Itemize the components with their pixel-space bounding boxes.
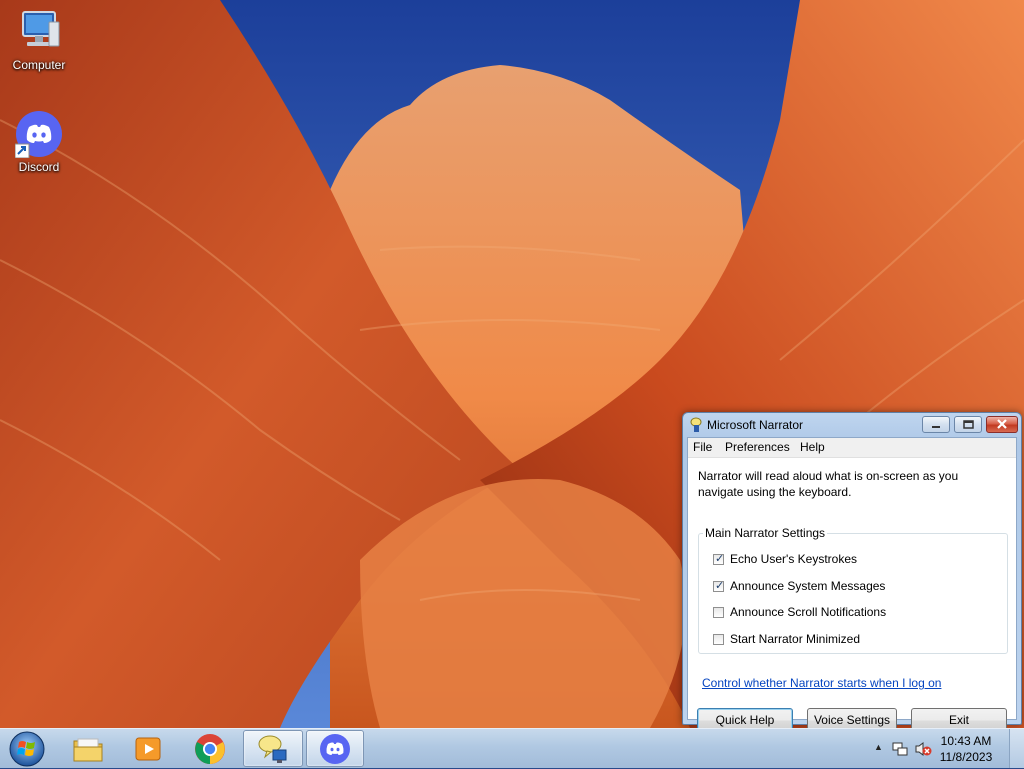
menu-file[interactable]: File bbox=[693, 440, 712, 454]
title-bar[interactable]: Microsoft Narrator bbox=[683, 413, 1021, 437]
start-button[interactable] bbox=[2, 730, 52, 767]
option-label: Announce System Messages bbox=[730, 579, 886, 593]
system-tray: ▲ 10:43 AM 11/8/2023 bbox=[864, 729, 1024, 769]
group-title: Main Narrator Settings bbox=[705, 526, 826, 540]
clock-time: 10:43 AM bbox=[940, 734, 992, 748]
desktop-icon-computer[interactable]: Computer bbox=[1, 8, 77, 72]
desktop-icon-discord[interactable]: Discord bbox=[1, 110, 77, 174]
narrator-icon bbox=[258, 735, 287, 763]
desktop-icon-label: Discord bbox=[18, 160, 60, 174]
checkbox-start-minimized[interactable] bbox=[713, 634, 724, 645]
clock-date: 11/8/2023 bbox=[939, 750, 993, 764]
minimize-icon bbox=[932, 426, 940, 428]
desktop-icon-label: Computer bbox=[12, 58, 66, 72]
maximize-button[interactable] bbox=[954, 416, 982, 433]
narrator-app-icon bbox=[689, 417, 703, 436]
minimize-button[interactable] bbox=[922, 416, 950, 433]
taskbar: ▲ 10:43 AM 11/8/2023 bbox=[0, 728, 1024, 768]
option-label: Echo User's Keystrokes bbox=[730, 552, 858, 566]
folder-icon bbox=[73, 738, 103, 761]
checkbox-announce-system-messages[interactable]: ✓ bbox=[713, 580, 725, 592]
show-desktop-button[interactable] bbox=[1009, 729, 1024, 768]
option-label: Announce Scroll Notifications bbox=[730, 605, 887, 619]
network-icon[interactable] bbox=[892, 741, 908, 757]
checkmark-icon: ✓ bbox=[715, 553, 725, 565]
narrator-description: Narrator will read aloud what is on-scre… bbox=[698, 469, 959, 499]
taskbar-file-explorer[interactable] bbox=[60, 730, 116, 767]
window-title: Microsoft Narrator bbox=[707, 418, 804, 432]
logon-settings-link[interactable]: Control whether Narrator starts when I l… bbox=[702, 676, 941, 690]
checkbox-echo-keystrokes[interactable]: ✓ bbox=[713, 553, 725, 565]
checkmark-icon: ✓ bbox=[715, 580, 725, 592]
show-hidden-icons-button[interactable]: ▲ bbox=[874, 742, 883, 752]
discord-icon bbox=[14, 110, 63, 159]
close-icon bbox=[997, 419, 1007, 429]
menu-help[interactable]: Help bbox=[800, 440, 825, 454]
narrator-window[interactable]: Microsoft Narrator File Preferences Help… bbox=[682, 412, 1022, 733]
menu-preferences[interactable]: Preferences bbox=[725, 440, 790, 454]
menu-bar: File Preferences Help bbox=[688, 438, 1016, 458]
chrome-icon bbox=[195, 733, 225, 764]
option-label: Start Narrator Minimized bbox=[730, 632, 861, 646]
maximize-icon bbox=[963, 420, 974, 429]
narrator-client-area: File Preferences Help Narrator will read… bbox=[687, 437, 1017, 733]
taskbar-narrator[interactable] bbox=[243, 730, 303, 767]
media-player-icon bbox=[135, 737, 161, 760]
taskbar-media-player[interactable] bbox=[120, 730, 176, 767]
checkbox-announce-scroll-notifications[interactable] bbox=[713, 607, 724, 618]
taskbar-discord[interactable] bbox=[306, 730, 364, 767]
windows-start-orb-icon bbox=[9, 731, 45, 766]
discord-icon bbox=[320, 733, 350, 764]
taskbar-chrome[interactable] bbox=[182, 730, 238, 767]
close-button[interactable] bbox=[986, 416, 1018, 433]
computer-icon bbox=[15, 8, 63, 56]
clock[interactable]: 10:43 AM 11/8/2023 bbox=[930, 733, 1002, 765]
